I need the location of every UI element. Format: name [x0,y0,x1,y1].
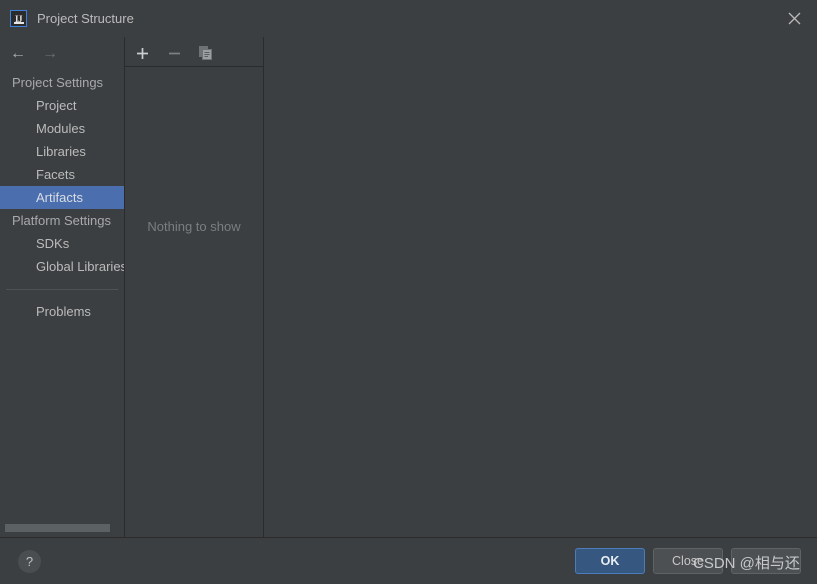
sidebar-separator [6,289,118,290]
add-button[interactable] [134,45,150,61]
sidebar-item-libraries[interactable]: Libraries [0,140,124,163]
close-button[interactable]: Close [653,548,723,574]
sidebar-item-project[interactable]: Project [0,94,124,117]
help-button[interactable]: ? [18,549,41,573]
sidebar-group-project-settings: Project Settings [12,75,104,90]
title-bar: IJ Project Structure [0,0,817,37]
remove-button[interactable] [166,45,182,61]
artifacts-toolbar [125,40,263,67]
artifacts-list-panel: Nothing to show [125,37,264,537]
artifact-detail-panel [264,37,817,537]
intellij-idea-icon: IJ [10,10,27,27]
dialog-footer: ? OK Close [0,537,817,584]
close-icon[interactable] [771,0,817,37]
artifacts-empty-state: Nothing to show [125,67,263,537]
app-icon-underline [14,22,24,24]
scrollbar-thumb[interactable] [5,524,110,532]
arrow-left-icon[interactable]: ← [10,46,26,62]
apply-button[interactable] [731,548,801,574]
settings-sidebar: ← → Project Settings Project Modules Lib… [0,37,125,537]
sidebar-navigation: ← → [0,41,124,67]
sidebar-item-modules[interactable]: Modules [0,117,124,140]
settings-tree: Project Settings Project Modules Librari… [0,67,124,537]
sidebar-group-platform-settings: Platform Settings [12,213,111,228]
sidebar-item-sdks[interactable]: SDKs [0,232,124,255]
horizontal-scrollbar[interactable] [0,523,123,532]
dialog-body: ← → Project Settings Project Modules Lib… [0,37,817,537]
sidebar-item-global-libraries[interactable]: Global Libraries [0,255,124,278]
sidebar-item-artifacts[interactable]: Artifacts [0,186,124,209]
copy-icon[interactable] [198,45,214,61]
empty-message: Nothing to show [147,219,241,234]
sidebar-item-facets[interactable]: Facets [0,163,124,186]
sidebar-item-problems[interactable]: Problems [0,300,124,323]
arrow-right-icon[interactable]: → [42,46,58,62]
ok-button[interactable]: OK [575,548,645,574]
window-title: Project Structure [37,11,134,26]
project-structure-dialog: IJ Project Structure ← → Project Setting… [0,0,817,584]
dialog-buttons: OK Close [575,548,801,574]
